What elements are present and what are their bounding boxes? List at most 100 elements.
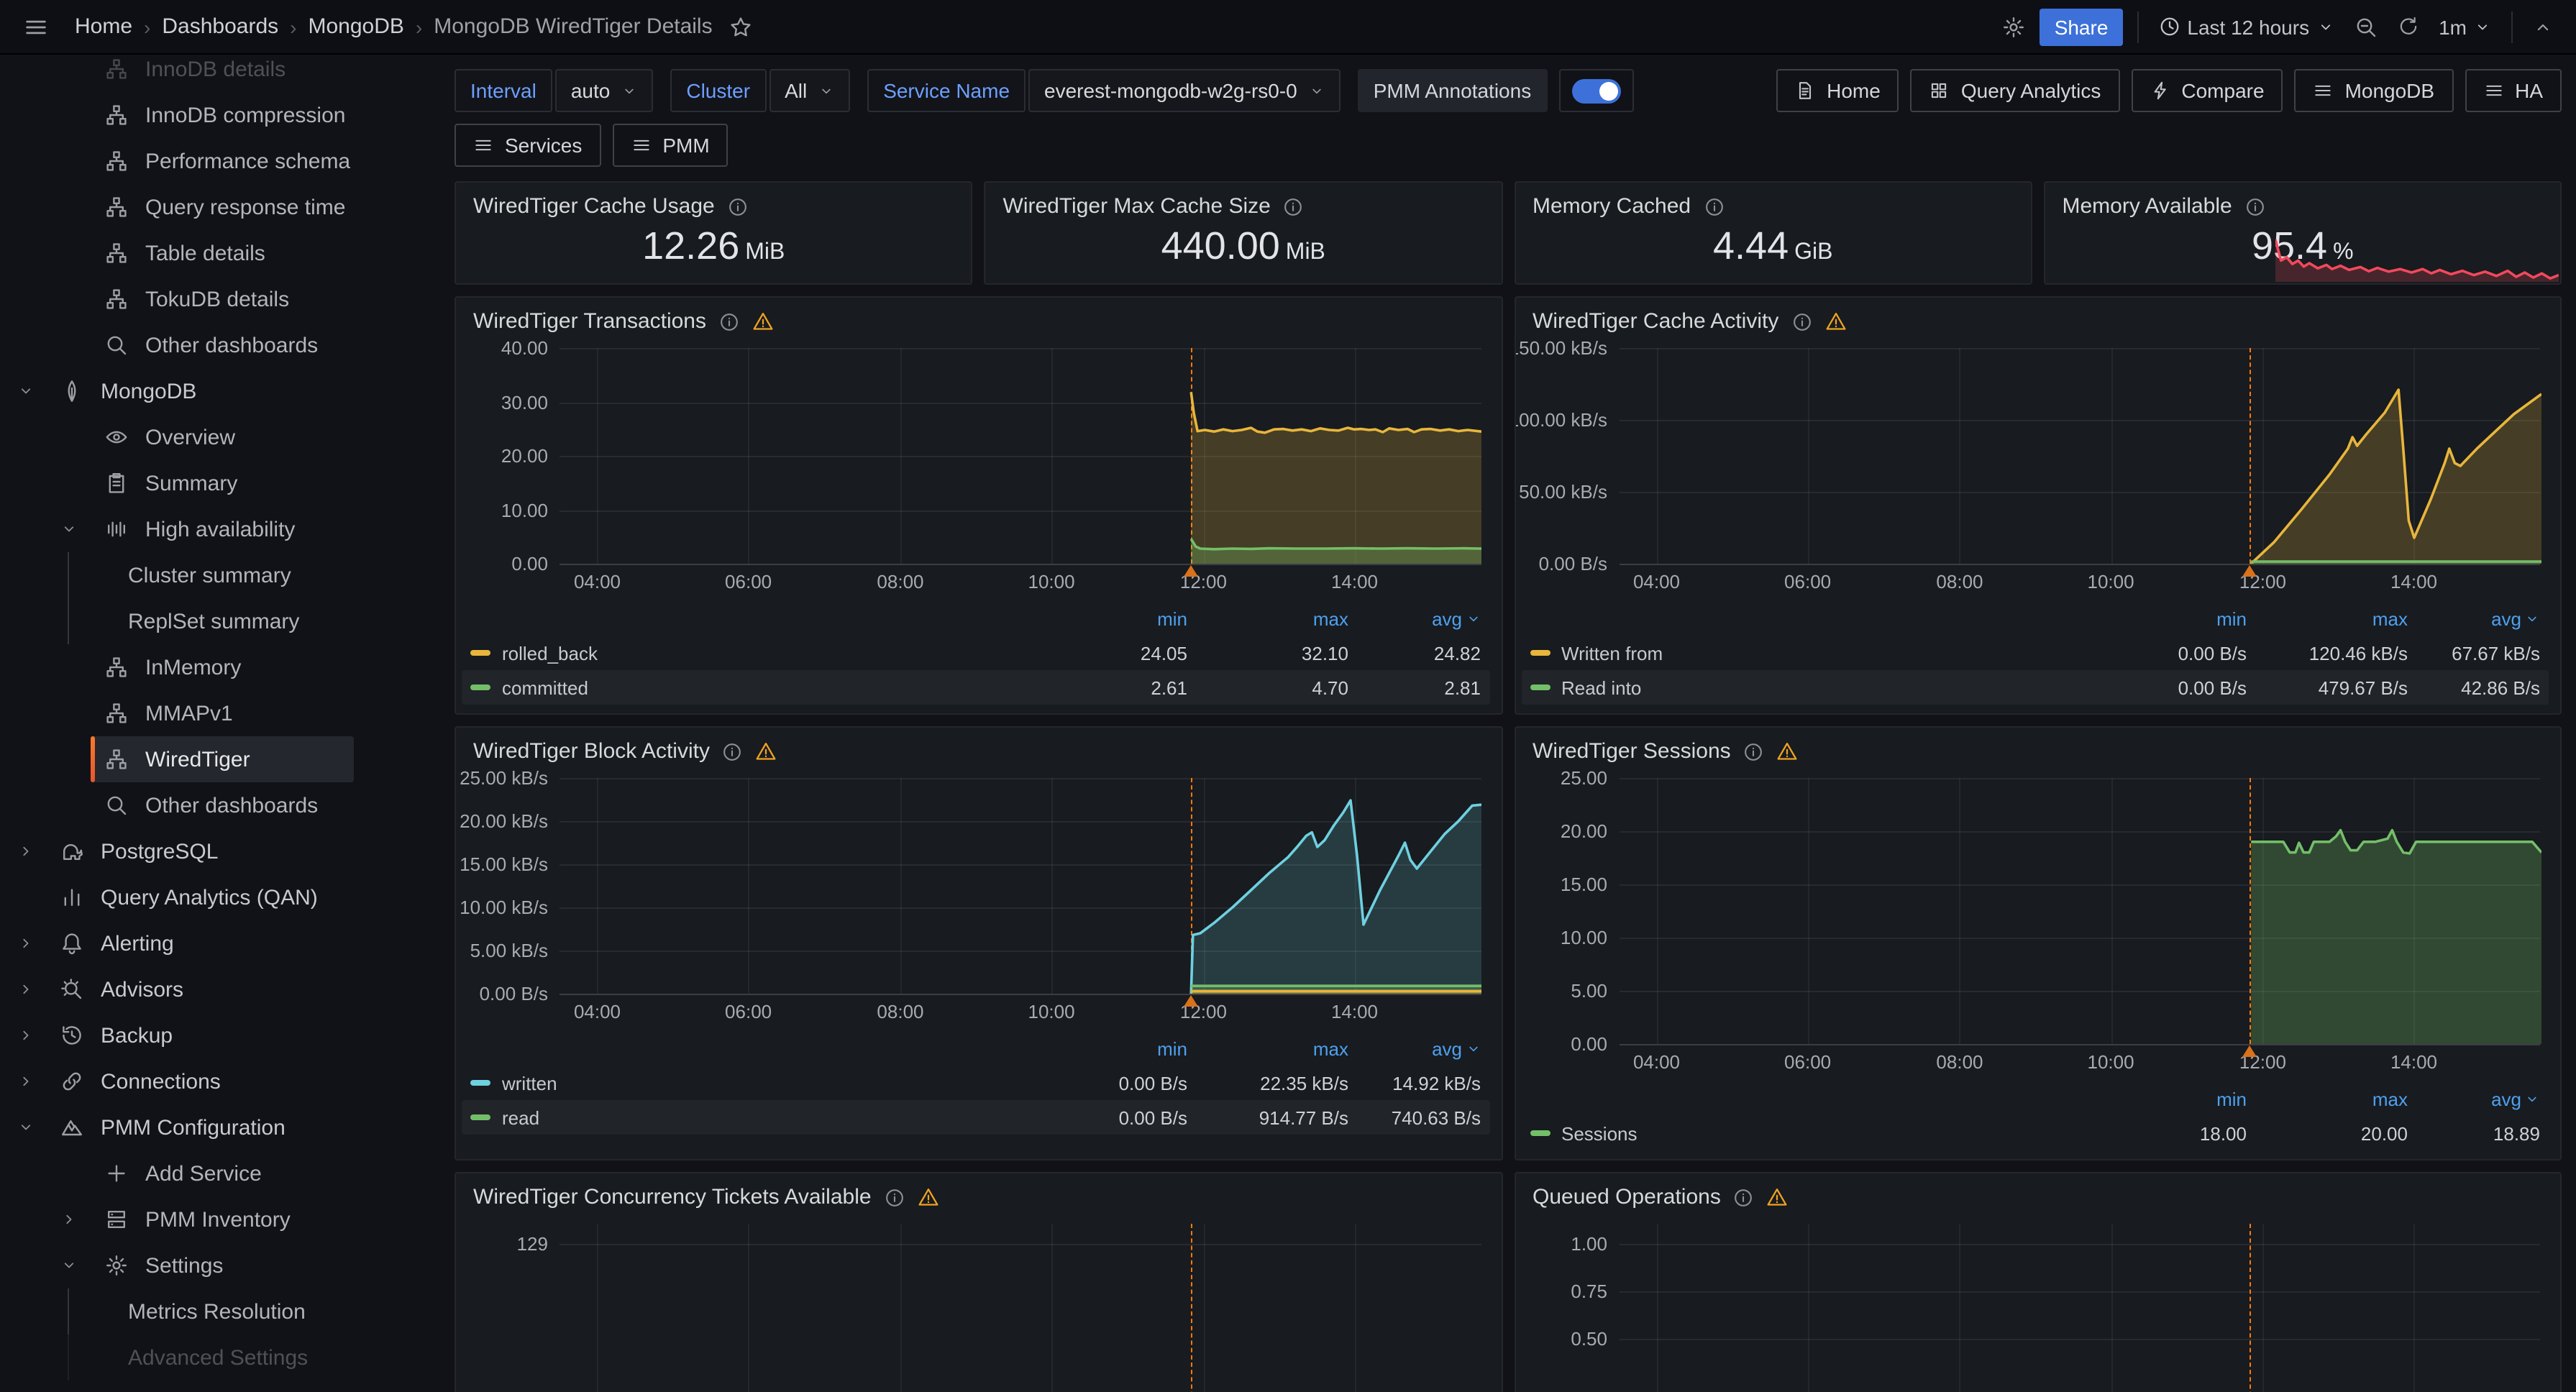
legend-column-avg[interactable]: avg xyxy=(2408,1088,2540,1109)
bell-icon xyxy=(60,932,83,955)
sidebar-item-backup[interactable]: Backup xyxy=(0,1012,431,1058)
service-name-dropdown[interactable]: everest-mongodb-w2g-rs0-0 xyxy=(1028,69,1340,112)
info-icon[interactable] xyxy=(723,741,743,761)
sidebar-item-table-details[interactable]: Table details xyxy=(0,230,431,276)
sidebar-item-settings[interactable]: Settings xyxy=(0,1242,431,1288)
sidebar-item-query-response-time[interactable]: Query response time xyxy=(0,184,431,230)
legend-column-max[interactable]: max xyxy=(1187,608,1348,629)
breadcrumb-item-home[interactable]: Home xyxy=(75,14,132,39)
sidebar-item-high-availability[interactable]: High availability xyxy=(0,506,431,552)
annotation-line[interactable] xyxy=(1190,1224,1192,1392)
legend-row-written-from[interactable]: Written from0.00 B/s120.46 kB/s67.67 kB/… xyxy=(1521,636,2549,670)
sidebar-item-advanced-settings[interactable]: Advanced Settings xyxy=(0,1334,431,1380)
warning-icon[interactable] xyxy=(1767,1186,1789,1208)
info-icon[interactable] xyxy=(1734,1187,1754,1207)
sidebar-item-postgresql[interactable]: PostgreSQL xyxy=(0,828,431,874)
plot-area[interactable] xyxy=(1619,1224,2540,1392)
sidebar-item-metrics-resolution[interactable]: Metrics Resolution xyxy=(0,1288,431,1334)
annotation-marker[interactable] xyxy=(2242,565,2257,577)
legend-column-max[interactable]: max xyxy=(1187,1038,1348,1059)
sidebar-item-mmapv1[interactable]: MMAPv1 xyxy=(0,690,431,736)
sidebar-item-other-dashboards[interactable]: Other dashboards xyxy=(0,322,431,368)
sidebar-item-advisors[interactable]: Advisors xyxy=(0,966,431,1012)
pmm-annotations-toggle[interactable] xyxy=(1558,69,1633,112)
sidebar-item-mongodb[interactable]: MongoDB xyxy=(0,368,431,414)
legend-row-rolled-back[interactable]: rolled_back24.0532.1024.82 xyxy=(462,636,1489,670)
plot-area[interactable]: 04:0006:0008:0010:0012:0014:00 xyxy=(559,348,1481,564)
sidebar-item-pmm-configuration[interactable]: PMM Configuration xyxy=(0,1104,431,1150)
plot-area[interactable] xyxy=(559,1224,1481,1392)
legend-column-avg[interactable]: avg xyxy=(1348,608,1481,629)
services-button[interactable]: Services xyxy=(455,124,600,167)
legend-column-max[interactable]: max xyxy=(2247,608,2408,629)
sidebar-item-other-dashboards[interactable]: Other dashboards xyxy=(0,782,431,828)
annotation-line[interactable] xyxy=(2250,1224,2251,1392)
legend-column-max[interactable]: max xyxy=(2247,1088,2408,1109)
legend-column-min[interactable]: min xyxy=(2110,1088,2247,1109)
legend-row-written[interactable]: written0.00 B/s22.35 kB/s14.92 kB/s xyxy=(462,1066,1489,1100)
pmm-button[interactable]: PMM xyxy=(612,124,728,167)
info-icon[interactable] xyxy=(2245,196,2265,216)
info-icon[interactable] xyxy=(1791,311,1812,331)
plot-area[interactable]: 04:0006:0008:0010:0012:0014:00 xyxy=(559,778,1481,994)
warning-icon[interactable] xyxy=(752,311,774,332)
warning-icon[interactable] xyxy=(756,741,777,762)
legend-row-read-into[interactable]: Read into0.00 B/s479.67 B/s42.86 B/s xyxy=(1521,670,2549,705)
annotation-marker[interactable] xyxy=(2242,1045,2257,1057)
legend-row-sessions[interactable]: Sessions18.0020.0018.89 xyxy=(1521,1116,2549,1150)
info-icon[interactable] xyxy=(728,196,748,216)
info-icon[interactable] xyxy=(719,311,739,331)
sidebar-item-inmemory[interactable]: InMemory xyxy=(0,644,431,690)
breadcrumb-item-mongodb[interactable]: MongoDB xyxy=(309,14,404,39)
ha-button[interactable]: HA xyxy=(2465,69,2562,112)
sidebar-item-replset-summary[interactable]: ReplSet summary xyxy=(0,598,431,644)
sidebar-item-wiredtiger[interactable]: WiredTiger xyxy=(0,736,431,782)
share-button[interactable]: Share xyxy=(2040,8,2123,45)
sidebar-item-query-analytics-qan[interactable]: Query Analytics (QAN) xyxy=(0,874,431,920)
annotation-marker[interactable] xyxy=(1183,995,1197,1007)
legend-row-read[interactable]: read0.00 B/s914.77 B/s740.63 B/s xyxy=(462,1100,1489,1135)
legend-column-avg[interactable]: avg xyxy=(1348,1038,1481,1059)
legend-column-min[interactable]: min xyxy=(2110,608,2247,629)
cluster-dropdown[interactable]: All xyxy=(769,69,850,112)
favorite-star-button[interactable] xyxy=(724,9,759,44)
interval-dropdown[interactable]: auto xyxy=(555,69,654,112)
sidebar-item-add-service[interactable]: Add Service xyxy=(0,1150,431,1196)
plot-area[interactable]: 04:0006:0008:0010:0012:0014:00 xyxy=(1619,778,2540,1044)
collapse-topbar-button[interactable] xyxy=(2527,11,2559,42)
warning-icon[interactable] xyxy=(918,1186,939,1208)
time-range-picker[interactable]: Last 12 hours xyxy=(2152,15,2339,38)
legend-row-committed[interactable]: committed2.614.702.81 xyxy=(462,670,1489,705)
breadcrumb-item-dashboards[interactable]: Dashboards xyxy=(162,14,278,39)
sidebar-item-cluster-summary[interactable]: Cluster summary xyxy=(0,552,431,598)
warning-icon[interactable] xyxy=(1777,741,1799,762)
compare-button[interactable]: Compare xyxy=(2131,69,2283,112)
mongodb-button[interactable]: MongoDB xyxy=(2295,69,2454,112)
annotation-marker[interactable] xyxy=(1183,565,1197,577)
refresh-interval-dropdown[interactable]: 1m xyxy=(2433,15,2497,38)
sidebar-item-summary[interactable]: Summary xyxy=(0,460,431,506)
info-icon[interactable] xyxy=(1284,196,1304,216)
sidebar-item-tokudb-details[interactable]: TokuDB details xyxy=(0,276,431,322)
sidebar-item-performance-schema[interactable]: Performance schema xyxy=(0,138,431,184)
sidebar-item-innodb-details[interactable]: InnoDB details xyxy=(0,55,431,92)
legend-column-min[interactable]: min xyxy=(1051,608,1187,629)
sidebar-item-alerting[interactable]: Alerting xyxy=(0,920,431,966)
refresh-button[interactable] xyxy=(2391,10,2424,43)
info-icon[interactable] xyxy=(1744,741,1764,761)
zoom-out-button[interactable] xyxy=(2348,9,2383,44)
legend-column-min[interactable]: min xyxy=(1051,1038,1187,1059)
sidebar-item-overview[interactable]: Overview xyxy=(0,414,431,460)
legend-column-avg[interactable]: avg xyxy=(2408,608,2540,629)
sidebar-item-pmm-inventory[interactable]: PMM Inventory xyxy=(0,1196,431,1242)
info-icon[interactable] xyxy=(885,1187,905,1207)
plot-area[interactable]: 04:0006:0008:0010:0012:0014:00 xyxy=(1619,348,2540,564)
warning-icon[interactable] xyxy=(1824,311,1846,332)
sidebar-item-connections[interactable]: Connections xyxy=(0,1058,431,1104)
menu-toggle-button[interactable] xyxy=(17,8,55,45)
home-button[interactable]: Home xyxy=(1776,69,1899,112)
query-analytics-button[interactable]: Query Analytics xyxy=(1911,69,2120,112)
info-icon[interactable] xyxy=(1704,196,1724,216)
dashboard-settings-button[interactable] xyxy=(1997,9,2032,44)
sidebar-item-innodb-compression[interactable]: InnoDB compression xyxy=(0,92,431,138)
